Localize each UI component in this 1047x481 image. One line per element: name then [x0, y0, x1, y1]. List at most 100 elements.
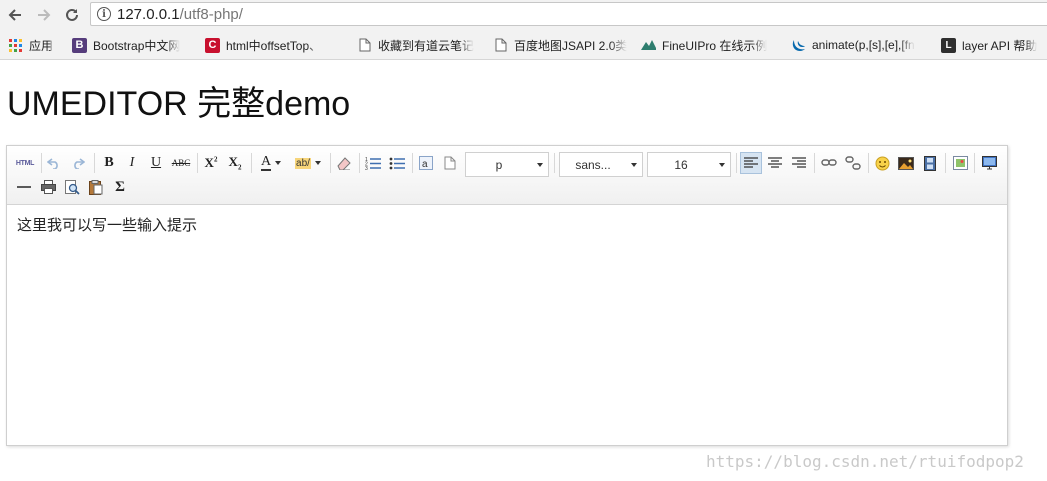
paragraph-format-value: p	[495, 158, 503, 172]
ordered-list-button[interactable]: 123	[363, 153, 383, 173]
unordered-list-button[interactable]	[387, 153, 407, 173]
strikethrough-button[interactable]: ABC	[169, 153, 193, 173]
align-left-icon	[744, 157, 758, 168]
underline-icon: U	[150, 155, 162, 170]
editor-toolbar: HTML B I U ABC X2 X2 A ab/ 123 a p sans.…	[7, 146, 1007, 205]
chevron-down-icon	[537, 163, 543, 167]
bookmark-animate[interactable]: animate(p,[s],[e],[fn	[791, 37, 930, 53]
align-right-icon	[792, 157, 806, 168]
image-icon	[898, 156, 914, 170]
preview-button[interactable]	[979, 153, 999, 173]
bold-button[interactable]: B	[99, 153, 119, 173]
url-field[interactable]: i 127.0.0.1/utf8-php/	[90, 2, 1047, 26]
page-title: UMEDITOR 完整demo	[7, 85, 351, 123]
bookmark-label: FineUIPro 在线示例	[662, 38, 768, 53]
insert-image-button[interactable]	[896, 153, 916, 173]
back-button[interactable]	[5, 5, 25, 25]
undo-icon	[47, 158, 58, 169]
paste-button[interactable]	[86, 177, 106, 197]
layer-icon: L	[941, 37, 956, 53]
rich-text-editor: HTML B I U ABC X2 X2 A ab/ 123 a p sans.…	[6, 145, 1008, 446]
unlink-button[interactable]	[843, 153, 863, 173]
url-path: /utf8-php/	[179, 5, 243, 23]
subscript-button[interactable]: X2	[225, 153, 245, 173]
italic-button[interactable]: I	[122, 153, 142, 173]
forward-button[interactable]	[34, 5, 54, 25]
back-arrow-icon	[8, 9, 21, 21]
bookmark-layer-api[interactable]: L layer API 帮助	[941, 37, 1047, 53]
bookmark-label: 收藏到有道云笔记	[378, 38, 475, 53]
insert-link-button[interactable]	[819, 153, 839, 173]
sigma-icon: Σ	[115, 178, 125, 195]
font-color-button[interactable]: A	[256, 153, 286, 173]
italic-icon: I	[129, 155, 135, 170]
bookmark-label: 应用	[29, 38, 54, 53]
reload-button[interactable]	[62, 5, 82, 25]
font-family-select[interactable]: sans...	[559, 152, 643, 177]
fineui-icon	[641, 38, 656, 53]
blank-page-icon	[444, 156, 456, 170]
info-icon[interactable]: i	[97, 7, 111, 21]
bookmark-baidu-map[interactable]: 百度地图JSAPI 2.0类	[493, 37, 629, 53]
superscript-icon: X2	[204, 155, 218, 170]
clipboard-icon	[89, 179, 103, 195]
bookmark-label: Bootstrap中文网	[93, 38, 181, 53]
film-video-icon	[924, 155, 936, 171]
page-icon	[493, 38, 508, 53]
bookmark-label: animate(p,[s],[e],[fn	[812, 38, 915, 52]
bookmarks-bar: 应用 B Bootstrap中文网 C html中offsetTop、 收藏到有…	[0, 30, 1047, 60]
font-family-value: sans...	[575, 158, 611, 172]
zoom-preview-button[interactable]	[62, 177, 82, 197]
bookmark-label: 百度地图JSAPI 2.0类	[514, 38, 628, 53]
bookmark-fineuipro[interactable]: FineUIPro 在线示例	[641, 37, 779, 53]
horizontal-line-icon	[17, 186, 31, 188]
formula-button[interactable]: Σ	[110, 177, 130, 197]
bookmark-bootstrap[interactable]: B Bootstrap中文网	[72, 37, 197, 53]
bookmark-label: layer API 帮助	[962, 38, 1038, 53]
print-button[interactable]	[38, 177, 58, 197]
eraser-icon	[337, 157, 351, 170]
bookmark-youdao[interactable]: 收藏到有道云笔记	[357, 37, 482, 53]
redo-icon	[74, 158, 85, 169]
jquery-icon	[791, 38, 806, 53]
chevron-down-icon	[275, 161, 282, 165]
map-picture-icon	[952, 156, 968, 170]
printer-icon	[40, 180, 56, 194]
horizontal-rule-button[interactable]	[14, 177, 34, 197]
ordered-list-icon: 123	[365, 157, 381, 170]
insert-code-button[interactable]: a	[416, 153, 436, 173]
align-center-button[interactable]	[765, 153, 785, 173]
bookmark-html-offsettop[interactable]: C html中offsetTop、	[205, 37, 345, 53]
chevron-down-icon	[314, 161, 321, 165]
svg-text:3: 3	[365, 166, 368, 170]
font-size-select[interactable]: 16	[647, 152, 731, 177]
undo-button[interactable]	[44, 153, 64, 173]
editor-content-area[interactable]: 这里我可以写一些输入提示	[17, 214, 197, 235]
font-color-icon: A	[260, 154, 272, 171]
bookmark-apps[interactable]: 应用	[8, 37, 66, 53]
bookmark-label: html中offsetTop、	[226, 38, 322, 53]
watermark: https://blog.csdn.net/rtuifodpop2	[706, 452, 1024, 471]
chevron-down-icon	[719, 163, 725, 167]
clear-format-button[interactable]	[334, 153, 354, 173]
emotion-button[interactable]	[872, 153, 892, 173]
paragraph-format-select[interactable]: p	[465, 152, 549, 177]
font-size-value: 16	[674, 158, 688, 172]
insert-video-button[interactable]	[920, 153, 940, 173]
insert-map-button[interactable]	[950, 153, 970, 173]
insert-paragraph-button[interactable]	[440, 153, 460, 173]
underline-button[interactable]: U	[146, 153, 166, 173]
redo-button[interactable]	[68, 153, 88, 173]
page-icon	[357, 38, 372, 53]
highlight-color-button[interactable]: ab/	[291, 153, 325, 173]
link-icon	[821, 159, 837, 166]
html-source-icon: HTML	[15, 159, 35, 167]
smiley-icon	[875, 156, 889, 170]
align-center-icon	[768, 157, 782, 168]
apps-grid-icon	[8, 38, 23, 53]
align-left-button[interactable]	[740, 152, 762, 174]
align-right-button[interactable]	[789, 153, 809, 173]
source-html-button[interactable]: HTML	[14, 153, 36, 173]
superscript-button[interactable]: X2	[201, 153, 221, 173]
svg-text:a: a	[422, 159, 428, 170]
